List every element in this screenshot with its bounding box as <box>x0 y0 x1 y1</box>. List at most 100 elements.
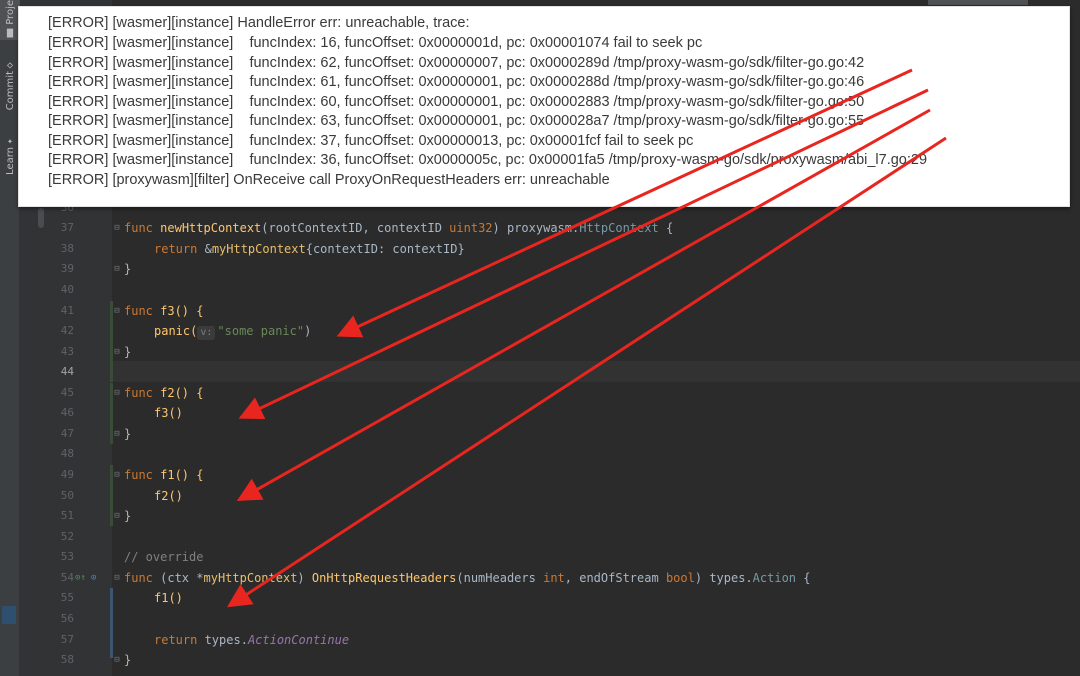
code-line-42: panic(v: "some panic") <box>154 321 311 341</box>
code-line-38: return &myHttpContext{contextID: context… <box>154 239 465 259</box>
fold-marker[interactable]: ⊟ <box>112 218 122 238</box>
package-name: types. <box>709 571 753 585</box>
line-number: 42 <box>60 324 74 337</box>
line-number: 57 <box>60 633 74 646</box>
log-line: [ERROR] [wasmer][instance] funcIndex: 36… <box>48 152 928 168</box>
line-number: 47 <box>60 427 74 440</box>
code-line-50: f2() <box>154 489 183 503</box>
commit-icon: ◇ <box>6 60 14 71</box>
commit-tool-tab[interactable]: ◇ Commit <box>0 58 20 111</box>
code-line-57: return types.ActionContinue <box>154 630 349 650</box>
code-line-58: } <box>124 653 132 667</box>
receiver: ctx <box>167 571 190 585</box>
log-line: [ERROR] [wasmer][instance] funcIndex: 61… <box>48 74 865 90</box>
caret-row-highlight <box>112 361 1080 382</box>
line-number: 39 <box>60 262 74 275</box>
override-icon[interactable]: ⊙↑ <box>75 568 86 588</box>
learn-tab-label: Learn <box>4 147 16 175</box>
log-line: [ERROR] [wasmer][instance] funcIndex: 16… <box>48 35 703 51</box>
code-line-53: // override <box>124 550 204 564</box>
line-number: 51 <box>60 509 74 522</box>
punct: ( <box>152 571 168 585</box>
bookmark-marker <box>2 606 16 624</box>
function-signature: f1() { <box>152 468 204 482</box>
line-number: 45 <box>60 386 74 399</box>
code-line-37: func newHttpContext(rootContextID, conte… <box>124 218 673 238</box>
editor-tab-remnant[interactable] <box>928 0 1028 5</box>
code-line-41: func f3() { <box>124 301 203 321</box>
function-name: OnHttpRequestHeaders <box>311 571 457 585</box>
fold-marker[interactable]: ⊟ <box>112 424 122 444</box>
fold-marker[interactable]: ⊟ <box>112 506 122 526</box>
line-number: 56 <box>60 612 74 625</box>
punct: * <box>189 571 204 585</box>
keyword: func <box>124 386 153 400</box>
fold-marker[interactable]: ⊟ <box>112 259 122 279</box>
type-name: Action <box>752 571 797 585</box>
log-line: [ERROR] [wasmer][instance] funcIndex: 37… <box>48 133 694 149</box>
learn-tool-tab[interactable]: ✦ Learn <box>0 134 20 175</box>
package-name: proxywasm. <box>506 221 580 235</box>
function-signature: f2() { <box>152 386 204 400</box>
punct: ) <box>304 324 312 338</box>
code-line-46: f3() <box>154 406 183 420</box>
keyword: return <box>154 242 198 256</box>
punct: & <box>197 242 212 256</box>
code-line-39: } <box>124 262 132 276</box>
punct: , <box>362 221 377 235</box>
type-name: uint32 <box>449 221 493 235</box>
fold-marker[interactable]: ⊟ <box>112 342 122 362</box>
code-line-54: func (ctx *myHttpContext) OnHttpRequestH… <box>124 568 810 588</box>
folder-icon: ▆ <box>6 26 14 38</box>
type-name: int <box>543 571 565 585</box>
punct: { <box>796 571 811 585</box>
package-name: types. <box>197 633 248 647</box>
punct: ( <box>456 571 464 585</box>
keyword: func <box>124 468 153 482</box>
fold-marker[interactable]: ⊟ <box>112 650 122 670</box>
log-line: [ERROR] [proxywasm][filter] OnReceive ca… <box>48 172 610 188</box>
log-line: [ERROR] [wasmer][instance] funcIndex: 60… <box>48 94 865 110</box>
punct: { <box>658 221 674 235</box>
log-line: [ERROR] [wasmer][instance] funcIndex: 63… <box>48 113 865 129</box>
project-tool-tab[interactable]: Proje ▆ <box>0 0 20 40</box>
fold-marker[interactable]: ⊟ <box>112 568 122 588</box>
keyword: func <box>124 221 153 235</box>
type-name: bool <box>665 571 695 585</box>
panel-scrollbar[interactable] <box>38 208 44 228</box>
fold-marker[interactable]: ⊟ <box>112 465 122 485</box>
string-literal: "some panic" <box>217 324 305 338</box>
line-number: 48 <box>60 447 74 460</box>
struct-literal: {contextID: contextID} <box>305 242 465 256</box>
keyword: func <box>124 571 153 585</box>
vcs-change-bar <box>110 588 113 658</box>
line-number-current: 44 <box>60 365 74 378</box>
fold-marker[interactable]: ⊟ <box>112 301 122 321</box>
line-number: 55 <box>60 591 74 604</box>
code-line-47: } <box>124 427 132 441</box>
param: endOfStream <box>579 571 659 585</box>
vcs-change-bar <box>110 362 113 382</box>
code-line-55: f1() <box>154 591 183 605</box>
type-name: myHttpContext <box>203 571 298 585</box>
punct: , <box>564 571 580 585</box>
type-name: myHttpContext <box>211 242 306 256</box>
tool-window-strip: Proje ▆ ◇ Commit ✦ Learn <box>0 0 20 676</box>
function-call: panic( <box>154 324 198 338</box>
implement-icon[interactable]: ⊙ <box>91 568 96 588</box>
line-number: 50 <box>60 489 74 502</box>
function-name: newHttpContext <box>160 221 262 235</box>
line-number: 38 <box>60 242 74 255</box>
function-signature: f3() { <box>152 304 204 318</box>
code-line-51: } <box>124 509 132 523</box>
param: contextID <box>376 221 442 235</box>
line-number: 37 <box>60 221 74 234</box>
fold-marker[interactable]: ⊟ <box>112 383 122 403</box>
learn-icon: ✦ <box>6 136 14 147</box>
punct: ( <box>261 221 269 235</box>
log-line: [ERROR] [wasmer][instance] HandleError e… <box>48 15 470 31</box>
line-number: 58 <box>60 653 74 666</box>
punct: ) <box>694 571 710 585</box>
line-number: 41 <box>60 304 74 317</box>
code-line-49: func f1() { <box>124 465 203 485</box>
